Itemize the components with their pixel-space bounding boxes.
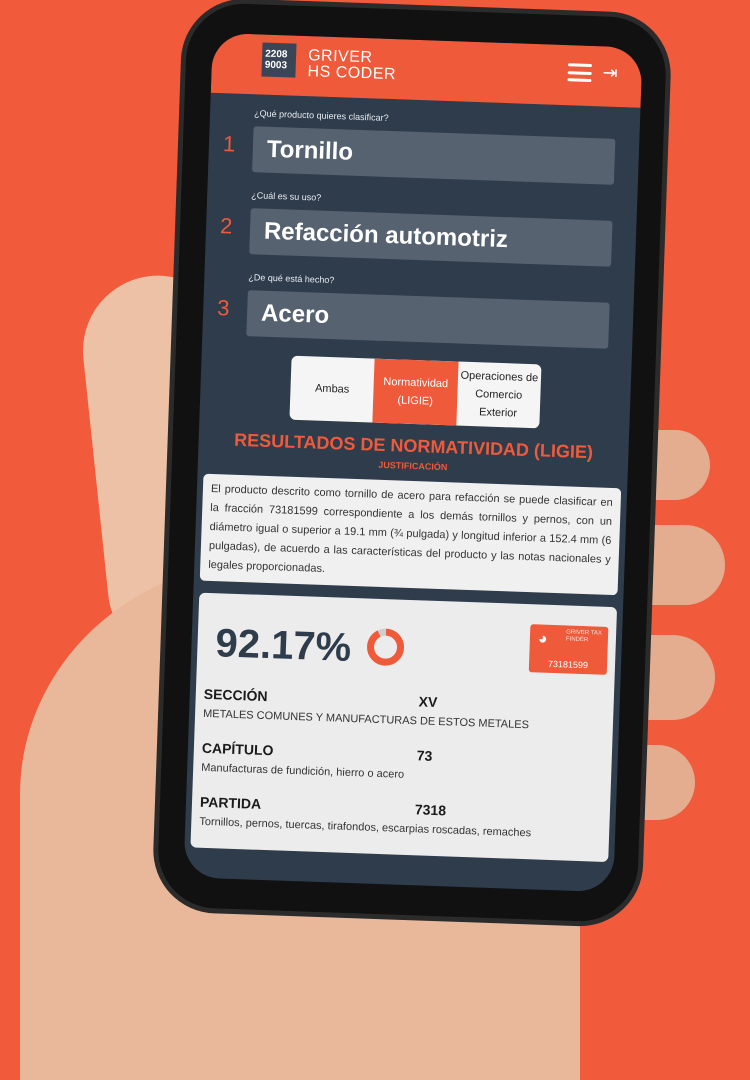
brand-name: GRIVER HS CODER <box>307 47 397 84</box>
step-number: 2 <box>219 213 233 239</box>
usage-input[interactable]: Refacción automotriz <box>249 208 613 267</box>
heading-block: PARTIDA 7318 Tornillos, pernos, tuercas,… <box>199 794 602 842</box>
heading-value: 7318 <box>414 801 447 819</box>
justification-text: El producto descrito como tornillo de ac… <box>199 473 622 596</box>
confidence-percent: 92.17% <box>214 621 352 670</box>
step-number: 3 <box>216 295 230 321</box>
toggle-normatividad[interactable]: Normatividad (LIGIE) <box>372 358 459 426</box>
chapter-value: 73 <box>416 747 433 764</box>
toggle-operaciones[interactable]: Operaciones de Comercio Exterior <box>456 362 542 429</box>
tax-finder-label: GRIVER TAX FINDER <box>565 629 603 644</box>
logout-icon[interactable]: ⇥ <box>602 62 618 84</box>
menu-icon[interactable] <box>567 63 593 82</box>
question-3: 3 ¿De qué está hecho? Acero <box>216 271 610 349</box>
step-number: 1 <box>222 131 236 157</box>
material-input[interactable]: Acero <box>246 290 610 349</box>
classification-form: 1 ¿Qué producto quieres clasificar? Torn… <box>202 93 640 350</box>
section-value: XV <box>418 693 438 710</box>
chapter-block: CAPÍTULO 73 Manufacturas de fundición, h… <box>201 740 604 788</box>
tax-finder-icon: ◕ <box>537 630 548 648</box>
chapter-key: CAPÍTULO <box>201 739 274 759</box>
tax-finder-badge[interactable]: ◕ GRIVER TAX FINDER 73181599 <box>528 624 609 675</box>
confidence-donut-icon <box>367 628 405 666</box>
section-block: SECCIÓN XV METALES COMUNES Y MANUFACTURA… <box>203 686 606 734</box>
phone-screen: 2208 9003 GRIVER HS CODER ⇥ 1 ¿Qué produ… <box>183 32 643 893</box>
question-1: 1 ¿Qué producto quieres clasificar? Torn… <box>222 107 616 185</box>
logo-icon: 2208 9003 <box>261 42 297 78</box>
question-2: 2 ¿Cuál es su uso? Refacción automotriz <box>219 189 613 267</box>
toggle-ambas[interactable]: Ambas <box>289 356 375 423</box>
section-key: SECCIÓN <box>203 685 268 705</box>
mode-toggle: Ambas Normatividad (LIGIE) Operaciones d… <box>289 355 542 429</box>
product-input[interactable]: Tornillo <box>252 126 616 185</box>
tariff-code: 73181599 <box>547 658 589 671</box>
heading-key: PARTIDA <box>199 793 262 812</box>
result-card: 92.17% ◕ GRIVER TAX FINDER 73181599 SECC… <box>190 592 618 863</box>
